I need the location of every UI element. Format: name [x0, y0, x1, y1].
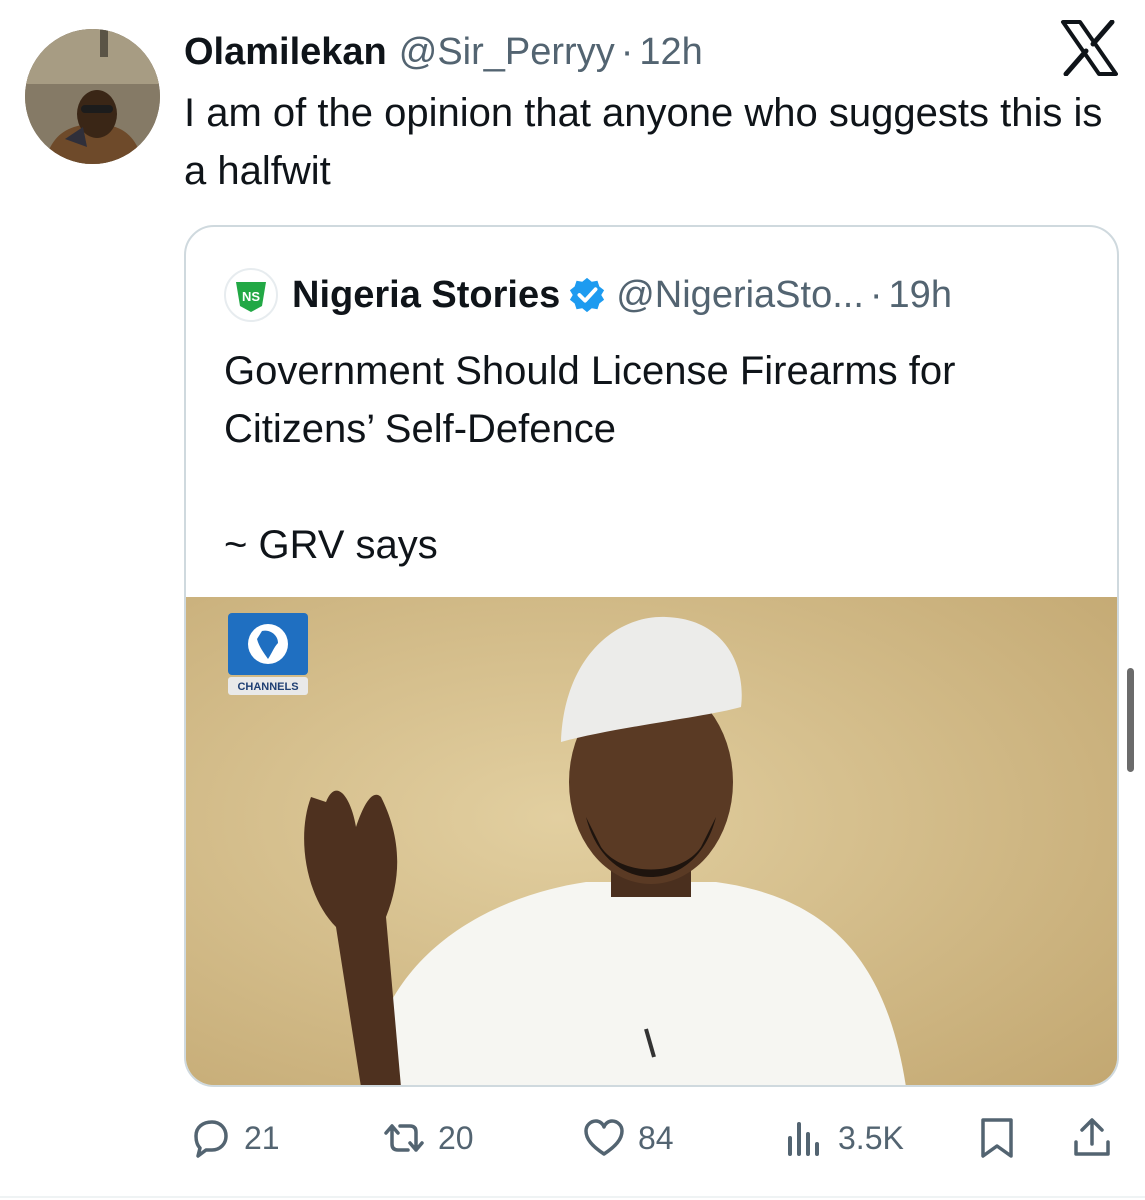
quoted-tweet-header: NS Nigeria Stories @NigeriaSto... · 19h	[224, 267, 952, 323]
nigeria-stories-logo: NS	[236, 282, 266, 312]
quoted-text-line: ~ GRV says	[224, 523, 438, 567]
quoted-tweet-card[interactable]: NS Nigeria Stories @NigeriaSto... · 19h …	[184, 225, 1119, 1087]
views-icon	[788, 1122, 819, 1156]
like-icon	[584, 1119, 624, 1156]
verified-badge-icon	[570, 277, 605, 313]
bookmark-button[interactable]	[975, 1110, 1031, 1166]
tweet-text: I am of the opinion that anyone who sugg…	[184, 91, 1103, 193]
tweet-action-bar: 21 20 84 3.5K	[0, 1110, 1145, 1166]
quoted-author-avatar[interactable]: NS	[224, 268, 278, 322]
share-icon	[1074, 1118, 1110, 1156]
quoted-tweet-text: Government Should License Firearms for C…	[224, 342, 1084, 574]
author-name[interactable]: Olamilekan	[184, 24, 387, 80]
x-logo-icon[interactable]	[1060, 20, 1118, 76]
bookmark-icon	[981, 1118, 1013, 1158]
repost-count: 20	[438, 1119, 474, 1156]
views-count: 3.5K	[838, 1119, 904, 1156]
quoted-tweet-time[interactable]: 19h	[889, 274, 952, 317]
quoted-media-image[interactable]: CHANNELS	[186, 597, 1117, 1085]
logo-text: NS	[242, 289, 260, 304]
scrollbar-thumb[interactable]	[1127, 668, 1134, 772]
media-photo	[186, 597, 1117, 1085]
quoted-author-handle[interactable]: @NigeriaSto...	[616, 274, 864, 317]
tweet-header: Olamilekan @Sir_Perryy · 12h	[184, 24, 703, 80]
repost-button[interactable]: 20	[382, 1110, 474, 1166]
separator-dot: ·	[620, 31, 634, 73]
reply-button[interactable]: 21	[188, 1110, 280, 1166]
quoted-text-line: Government Should License Firearms for C…	[224, 349, 956, 451]
like-count: 84	[638, 1119, 674, 1156]
like-button[interactable]: 84	[582, 1110, 674, 1166]
quoted-author-name[interactable]: Nigeria Stories	[292, 274, 560, 317]
views-button[interactable]: 3.5K	[782, 1110, 904, 1166]
share-button[interactable]	[1070, 1110, 1126, 1166]
author-avatar[interactable]	[25, 29, 160, 164]
repost-icon	[384, 1124, 424, 1152]
reply-icon	[194, 1120, 228, 1158]
tweet-time[interactable]: 12h	[639, 24, 702, 80]
quoted-separator-dot: ·	[869, 273, 883, 316]
avatar-photo	[25, 29, 160, 164]
author-handle[interactable]: @Sir_Perryy	[399, 24, 615, 80]
channels-tv-logo: CHANNELS	[228, 613, 308, 695]
reply-count: 21	[244, 1119, 280, 1156]
channels-watermark: CHANNELS	[237, 681, 298, 693]
divider	[0, 1196, 1145, 1198]
